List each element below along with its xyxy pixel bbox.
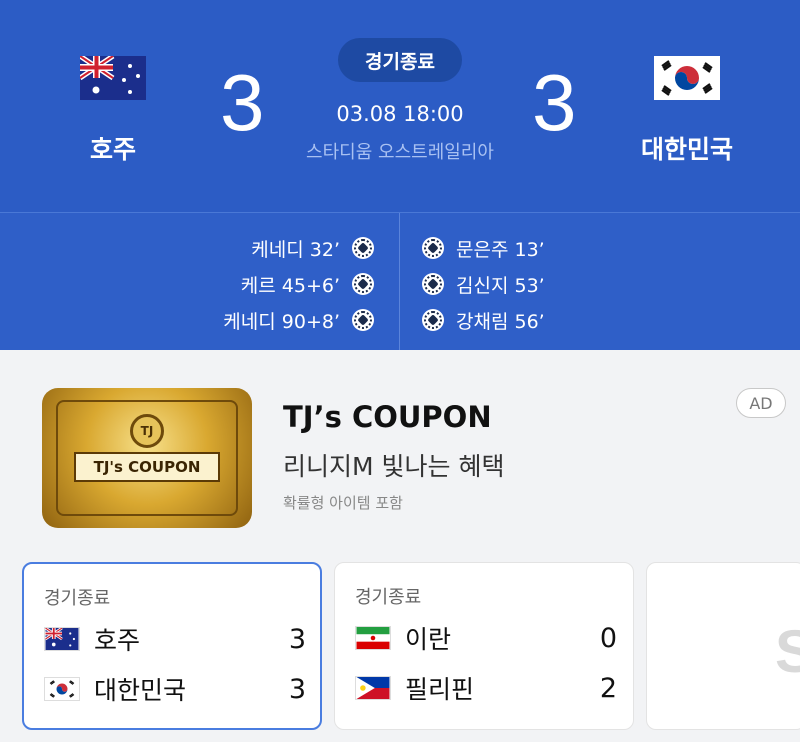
south-korea-flag-icon (654, 56, 720, 100)
match-card-2[interactable]: 경기종료 이란 0 필리핀 2 (334, 562, 634, 730)
card-status: 경기종료 (44, 588, 111, 609)
ad-badge[interactable]: AD (736, 388, 786, 418)
ad-subtitle[interactable]: 리니지M 빛나는 혜택 (283, 447, 504, 483)
home-scorer-2: 케르 45+6’ (241, 269, 374, 299)
soccer-ball-icon (352, 273, 374, 295)
more-matches-graphic: S (775, 617, 800, 686)
coupon-image[interactable]: TJ TJ's COUPON (42, 388, 252, 528)
match-card-1[interactable]: 경기종료 호주 3 대한민국 3 (22, 562, 322, 730)
card-team-score: 3 (288, 623, 306, 655)
scorers-divider (399, 213, 400, 351)
away-team-name[interactable]: 대한민국 (624, 130, 750, 166)
ad-note: 확률형 아이템 포함 (283, 494, 403, 512)
soccer-ball-icon (352, 237, 374, 259)
scorer-text: 김신지 53’ (456, 274, 545, 297)
home-team-name[interactable]: 호주 (60, 130, 166, 166)
away-scorer-3: 강채림 56’ (422, 305, 545, 335)
card-team-row: 이란 0 (355, 621, 617, 655)
card-team-row: 필리핀 2 (355, 671, 617, 705)
match-datetime: 03.08 18:00 (336, 102, 464, 126)
card-team-name: 호주 (94, 626, 141, 655)
coupon-medal-icon: TJ (130, 414, 164, 448)
card-team-name: 대한민국 (94, 676, 187, 705)
soccer-ball-icon (422, 237, 444, 259)
home-scorer-3: 케네디 90+8’ (223, 305, 374, 335)
card-team-score: 0 (599, 622, 617, 654)
card-team-row: 대한민국 3 (44, 672, 306, 706)
card-status: 경기종료 (355, 587, 422, 608)
card-team-name: 이란 (405, 625, 452, 654)
ad-banner[interactable]: TJ TJ's COUPON TJ’s COUPON 리니지M 빛나는 혜택 확… (0, 350, 800, 540)
home-scorer-1: 케네디 32’ (251, 233, 374, 263)
match-status-badge: 경기종료 (338, 38, 462, 82)
soccer-ball-icon (352, 309, 374, 331)
goal-scorers-panel: 케네디 32’ 케르 45+6’ 케네디 90+8’ 문은주 13’ 김신지 5… (0, 212, 800, 351)
coupon-image-label: TJ's COUPON (74, 452, 220, 482)
soccer-ball-icon (422, 309, 444, 331)
away-scorer-1: 문은주 13’ (422, 233, 545, 263)
australia-flag-icon (80, 56, 146, 100)
iran-flag-icon (355, 626, 391, 650)
scorer-text: 케네디 90+8’ (223, 310, 340, 333)
scorer-text: 케네디 32’ (251, 238, 340, 261)
scorer-text: 강채림 56’ (456, 310, 545, 333)
card-team-score: 3 (288, 673, 306, 705)
south-korea-flag-icon (44, 677, 80, 701)
card-team-name: 필리핀 (405, 675, 475, 704)
scorer-text: 케르 45+6’ (240, 274, 340, 297)
away-score: 3 (532, 58, 577, 147)
scoreboard: 경기종료 호주 3 03.08 18:00 스타디움 오스트레일리아 3 대한민… (0, 0, 800, 212)
soccer-ball-icon (422, 273, 444, 295)
card-team-row: 호주 3 (44, 622, 306, 656)
australia-flag-icon (44, 627, 80, 651)
match-card-3-partial[interactable]: S (646, 562, 800, 730)
away-scorer-2: 김신지 53’ (422, 269, 545, 299)
philippines-flag-icon (355, 676, 391, 700)
scorer-text: 문은주 13’ (456, 238, 545, 261)
card-team-score: 2 (599, 672, 617, 704)
stadium-name: 스타디움 오스트레일리아 (306, 142, 494, 163)
home-score: 3 (220, 58, 265, 147)
ad-title[interactable]: TJ’s COUPON (283, 400, 492, 434)
